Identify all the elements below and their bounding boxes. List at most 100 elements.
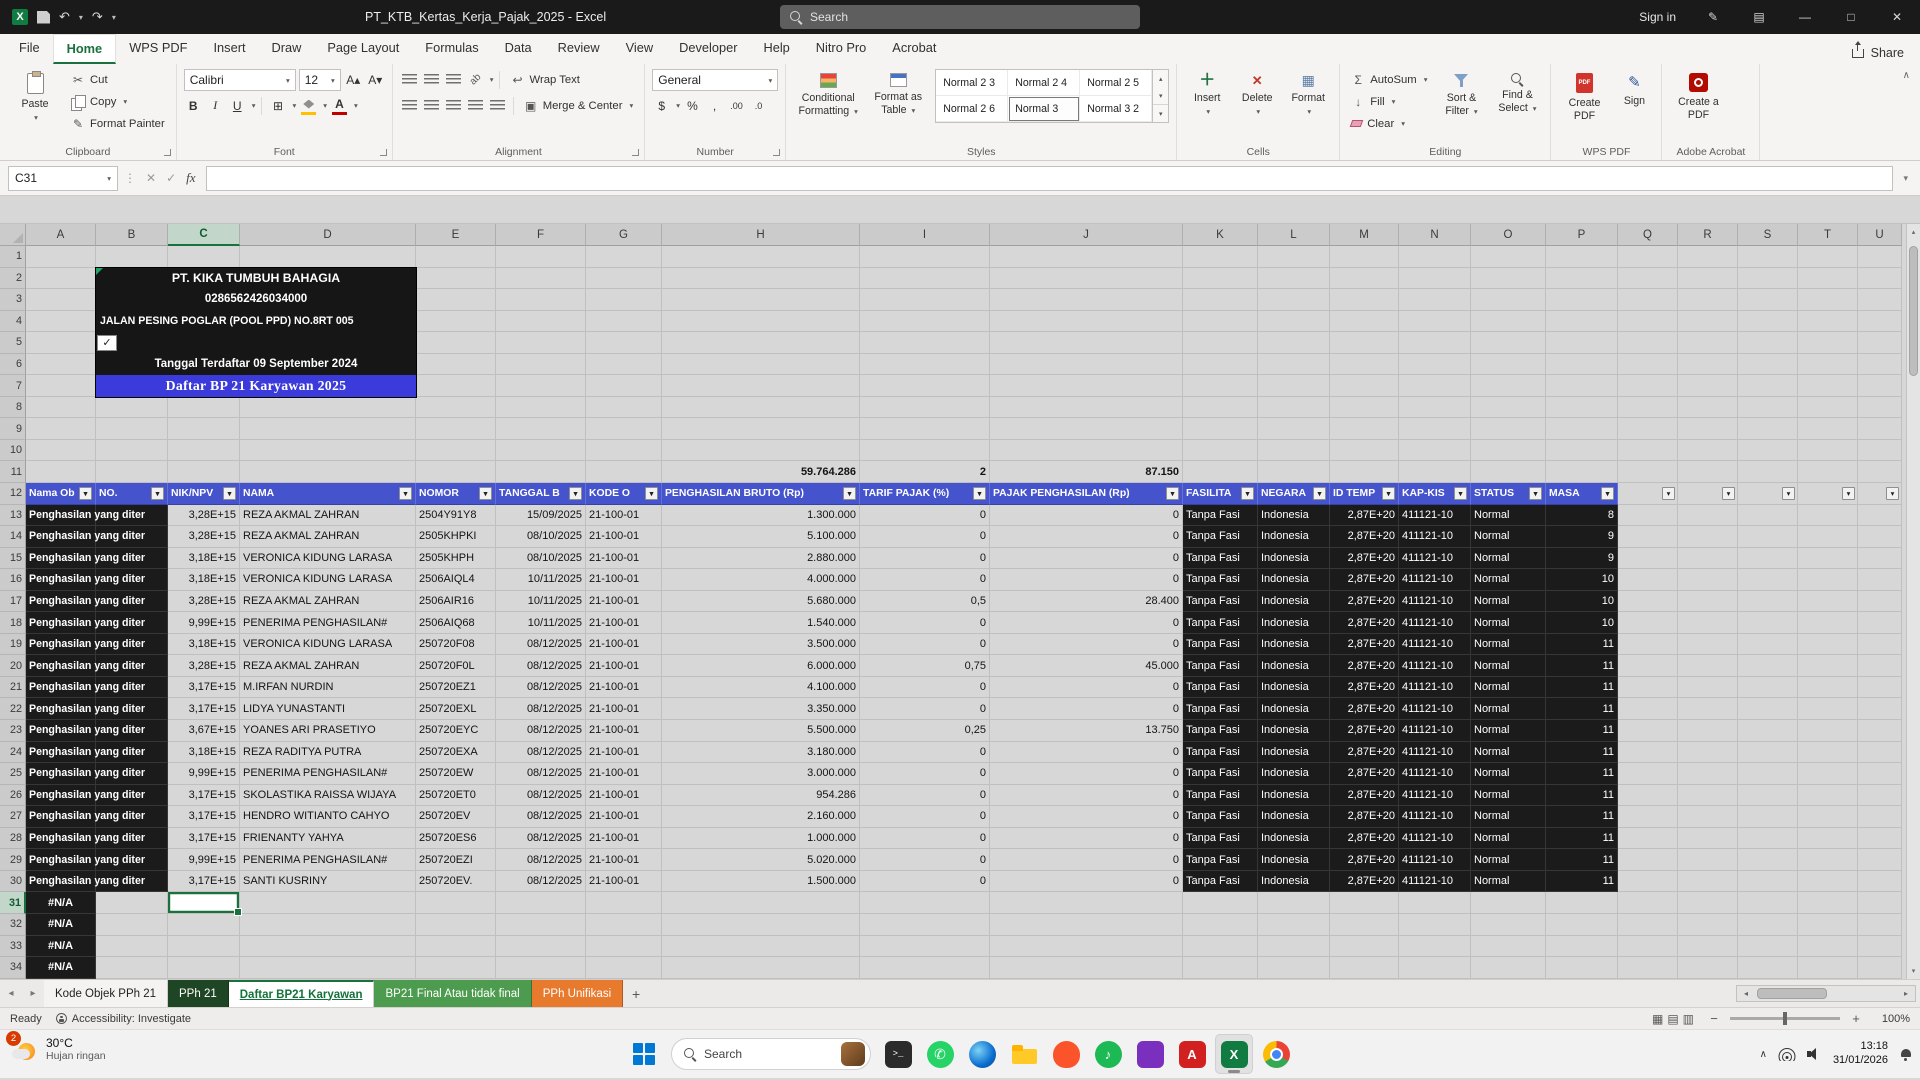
cell-D14[interactable]: REZA AKMAL ZAHRAN [240, 526, 416, 548]
cell-K15[interactable]: Tanpa Fasi [1183, 548, 1258, 570]
cell-E16[interactable]: 2506AIQL4 [416, 569, 496, 591]
row-header-32[interactable]: 32 [0, 914, 26, 936]
cell-S32[interactable] [1738, 914, 1798, 936]
cell-A28[interactable]: Penghasilan yang diter [26, 828, 96, 850]
cell-F21[interactable]: 08/12/2025 [496, 677, 586, 699]
increase-indent-button[interactable] [488, 96, 507, 115]
cell-R18[interactable] [1678, 612, 1738, 634]
cell-Q30[interactable] [1618, 871, 1678, 893]
cell-A18[interactable]: Penghasilan yang diter [26, 612, 96, 634]
ribbon-tab-view[interactable]: View [613, 34, 667, 64]
cell-P25[interactable]: 11 [1546, 763, 1618, 785]
cell-R19[interactable] [1678, 634, 1738, 656]
cell-Q10[interactable] [1618, 440, 1678, 462]
cell-C32[interactable] [168, 914, 240, 936]
scroll-left-icon[interactable]: ◂ [1737, 989, 1755, 998]
cell-T14[interactable] [1798, 526, 1858, 548]
cell-F27[interactable]: 08/12/2025 [496, 806, 586, 828]
cell-F3[interactable] [496, 289, 586, 311]
row-header-5[interactable]: 5 [0, 332, 26, 354]
filter-button-A[interactable]: ▾ [79, 487, 92, 500]
cell-J4[interactable] [990, 311, 1183, 333]
column-header-K[interactable]: K [1183, 224, 1258, 246]
cell-H21[interactable]: 4.100.000 [662, 677, 860, 699]
cell-D20[interactable]: REZA AKMAL ZAHRAN [240, 655, 416, 677]
cell-N4[interactable] [1399, 311, 1471, 333]
cell-K7[interactable] [1183, 375, 1258, 397]
cell-E18[interactable]: 2506AIQ68 [416, 612, 496, 634]
cell-E26[interactable]: 250720ET0 [416, 785, 496, 807]
taskbar-whatsapp-button[interactable] [921, 1034, 959, 1074]
cell-J19[interactable]: 0 [990, 634, 1183, 656]
cell-H4[interactable] [662, 311, 860, 333]
cell-C25[interactable]: 9,99E+15 [168, 763, 240, 785]
row-header-30[interactable]: 30 [0, 871, 26, 893]
cell-P19[interactable]: 11 [1546, 634, 1618, 656]
row-header-34[interactable]: 34 [0, 957, 26, 979]
cell-T8[interactable] [1798, 397, 1858, 419]
cell-T2[interactable] [1798, 268, 1858, 290]
save-icon[interactable] [37, 11, 50, 24]
cell-A20[interactable]: Penghasilan yang diter [26, 655, 96, 677]
cell-O14[interactable]: Normal [1471, 526, 1546, 548]
cell-L20[interactable]: Indonesia [1258, 655, 1330, 677]
cell-D12[interactable]: NAMA▾ [240, 483, 416, 505]
cell-Q20[interactable] [1618, 655, 1678, 677]
row-header-9[interactable]: 9 [0, 418, 26, 440]
cell-R14[interactable] [1678, 526, 1738, 548]
cell-A14[interactable]: Penghasilan yang diter [26, 526, 96, 548]
cell-Q22[interactable] [1618, 698, 1678, 720]
cell-R24[interactable] [1678, 742, 1738, 764]
clipboard-dialog-launcher[interactable] [164, 149, 171, 156]
row-header-1[interactable]: 1 [0, 246, 26, 268]
row-header-11[interactable]: 11 [0, 461, 26, 483]
cell-F30[interactable]: 08/12/2025 [496, 871, 586, 893]
cell-style-normal-3[interactable]: Normal 3 [1008, 96, 1080, 122]
filter-button-T[interactable]: ▾ [1842, 487, 1855, 500]
cell-M21[interactable]: 2,87E+20 [1330, 677, 1399, 699]
column-header-F[interactable]: F [496, 224, 586, 246]
row-header-13[interactable]: 13 [0, 505, 26, 527]
cell-H6[interactable] [662, 354, 860, 376]
cell-A33[interactable]: #N/A [26, 936, 96, 958]
cell-F18[interactable]: 10/11/2025 [496, 612, 586, 634]
cell-M28[interactable]: 2,87E+20 [1330, 828, 1399, 850]
fill-color-caret[interactable]: ▾ [323, 101, 327, 110]
sheet-tab-kode-objek-pph-21[interactable]: Kode Objek PPh 21 [44, 980, 168, 1007]
cell-D33[interactable] [240, 936, 416, 958]
cell-A2[interactable] [26, 268, 96, 290]
cell-T32[interactable] [1798, 914, 1858, 936]
cell-D15[interactable]: VERONICA KIDUNG LARASA [240, 548, 416, 570]
cell-F1[interactable] [496, 246, 586, 268]
row-header-19[interactable]: 19 [0, 634, 26, 656]
cell-A10[interactable] [26, 440, 96, 462]
cell-L30[interactable]: Indonesia [1258, 871, 1330, 893]
pen-icon[interactable]: ✎ [1690, 0, 1736, 34]
ribbon-tab-wps-pdf[interactable]: WPS PDF [116, 34, 200, 64]
cell-O21[interactable]: Normal [1471, 677, 1546, 699]
cell-K25[interactable]: Tanpa Fasi [1183, 763, 1258, 785]
cell-K13[interactable]: Tanpa Fasi [1183, 505, 1258, 527]
cell-M30[interactable]: 2,87E+20 [1330, 871, 1399, 893]
cell-N19[interactable]: 411121-10 [1399, 634, 1471, 656]
ribbon-display-options-icon[interactable]: ▤ [1736, 0, 1782, 34]
cell-G3[interactable] [586, 289, 662, 311]
cell-M22[interactable]: 2,87E+20 [1330, 698, 1399, 720]
cell-I32[interactable] [860, 914, 990, 936]
cell-Q23[interactable] [1618, 720, 1678, 742]
cell-P7[interactable] [1546, 375, 1618, 397]
cell-U8[interactable] [1858, 397, 1902, 419]
cell-F17[interactable]: 10/11/2025 [496, 591, 586, 613]
cell-H11[interactable]: 59.764.286 [662, 461, 860, 483]
cell-T16[interactable] [1798, 569, 1858, 591]
cell-G11[interactable] [586, 461, 662, 483]
ribbon-tab-help[interactable]: Help [750, 34, 802, 64]
cell-J13[interactable]: 0 [990, 505, 1183, 527]
cell-A16[interactable]: Penghasilan yang diter [26, 569, 96, 591]
cell-R20[interactable] [1678, 655, 1738, 677]
cell-F32[interactable] [496, 914, 586, 936]
row-header-18[interactable]: 18 [0, 612, 26, 634]
cell-I20[interactable]: 0,75 [860, 655, 990, 677]
cell-L28[interactable]: Indonesia [1258, 828, 1330, 850]
cell-M19[interactable]: 2,87E+20 [1330, 634, 1399, 656]
